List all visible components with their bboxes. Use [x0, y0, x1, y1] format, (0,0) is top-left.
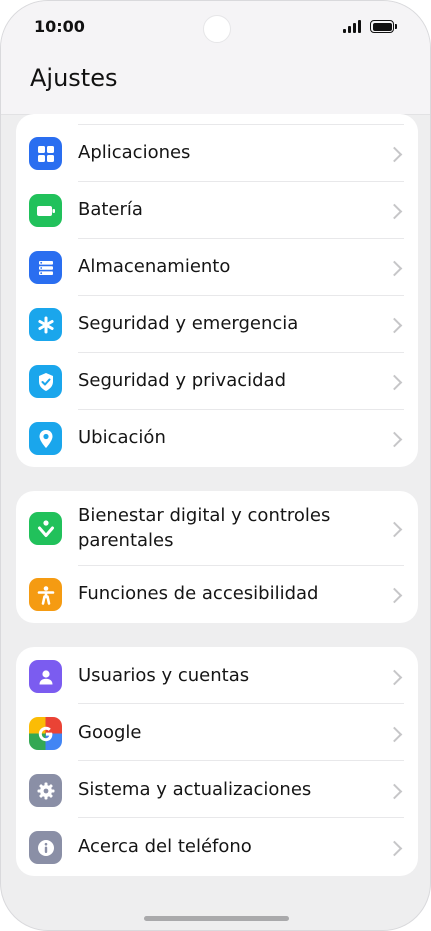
- gear-icon: [29, 774, 62, 807]
- chevron-right-icon: [386, 783, 403, 800]
- settings-item-label: Aplicaciones: [78, 142, 191, 163]
- asterisk-icon: [29, 308, 62, 341]
- settings-group-3: Usuarios y cuentas Google Sistema y actu…: [16, 647, 418, 876]
- settings-item-label: Ubicación: [78, 427, 166, 448]
- settings-item-label: Acerca del teléfono: [78, 836, 252, 857]
- chevron-right-icon: [386, 587, 403, 604]
- location-pin-icon: [29, 422, 62, 455]
- apps-icon: [29, 137, 62, 170]
- settings-item-storage[interactable]: Almacenamiento: [16, 239, 418, 296]
- battery-icon: [29, 194, 62, 227]
- settings-item-label: Funciones de accesibilidad: [78, 583, 319, 604]
- chevron-right-icon: [386, 317, 403, 334]
- settings-item-label: Bienestar digital y controles: [78, 505, 331, 526]
- settings-item-label: Almacenamiento: [78, 256, 231, 277]
- home-indicator[interactable]: [144, 916, 289, 921]
- settings-item-digital-wellbeing[interactable]: Bienestar digital y controles parentales: [16, 491, 418, 566]
- accessibility-icon: [29, 578, 62, 611]
- chevron-right-icon: [386, 203, 403, 220]
- status-bar: 10:00: [1, 1, 430, 55]
- status-time: 10:00: [34, 17, 85, 36]
- signal-icon: [343, 19, 365, 33]
- page-title: Ajustes: [30, 64, 118, 92]
- settings-item-location[interactable]: Ubicación: [16, 410, 418, 467]
- chevron-right-icon: [386, 260, 403, 277]
- google-icon: [29, 717, 62, 750]
- settings-item-about-phone[interactable]: Acerca del teléfono: [16, 818, 418, 875]
- battery-status-icon: [370, 20, 397, 33]
- settings-item-safety-emergency[interactable]: Seguridad y emergencia: [16, 296, 418, 353]
- chevron-right-icon: [386, 521, 403, 538]
- settings-item-label: Batería: [78, 199, 143, 220]
- settings-item-label: Sistema y actualizaciones: [78, 779, 312, 800]
- phone-screen: 10:00 Ajustes Aplicaciones Batería Almac…: [0, 0, 431, 931]
- settings-item-users-accounts[interactable]: Usuarios y cuentas: [16, 647, 418, 704]
- chevron-right-icon: [386, 840, 403, 857]
- chevron-right-icon: [386, 374, 403, 391]
- settings-item-system-updates[interactable]: Sistema y actualizaciones: [16, 761, 418, 818]
- chevron-right-icon: [386, 726, 403, 743]
- settings-item-accessibility[interactable]: Funciones de accesibilidad: [16, 566, 418, 623]
- settings-item-label: Google: [78, 722, 142, 743]
- shield-icon: [29, 365, 62, 398]
- settings-item-security-privacy[interactable]: Seguridad y privacidad: [16, 353, 418, 410]
- settings-group-1: Aplicaciones Batería Almacenamiento Segu…: [16, 114, 418, 467]
- settings-item-label: Seguridad y privacidad: [78, 370, 287, 391]
- digital-wellbeing-icon: [29, 512, 62, 545]
- chevron-right-icon: [386, 669, 403, 686]
- storage-icon: [29, 251, 62, 284]
- settings-item-label: Seguridad y emergencia: [78, 313, 299, 334]
- settings-group-2: Bienestar digital y controles parentales…: [16, 491, 418, 623]
- settings-item-google[interactable]: Google: [16, 704, 418, 761]
- chevron-right-icon: [386, 431, 403, 448]
- settings-item-label-line2: parentales: [78, 530, 174, 551]
- settings-item-label: Usuarios y cuentas: [78, 665, 250, 686]
- user-icon: [29, 660, 62, 693]
- top-bar: 10:00 Ajustes: [1, 1, 430, 115]
- settings-item-apps[interactable]: Aplicaciones: [16, 125, 418, 182]
- chevron-right-icon: [386, 146, 403, 163]
- info-icon: [29, 831, 62, 864]
- settings-item-battery[interactable]: Batería: [16, 182, 418, 239]
- front-camera: [203, 15, 231, 43]
